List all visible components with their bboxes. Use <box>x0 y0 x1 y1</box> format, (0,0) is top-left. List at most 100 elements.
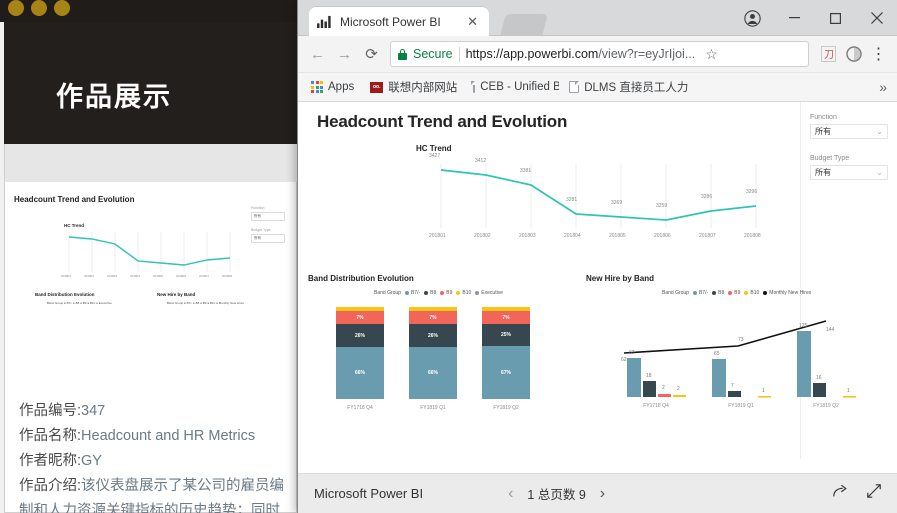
bookmark-ceb-label: CEB - Unified Benc <box>480 81 560 93</box>
filter-label-budget-type: Budget Type <box>810 155 850 162</box>
hc-axis-201806: 201806 <box>654 233 671 239</box>
meta-key-author: 作者昵称: <box>19 453 82 469</box>
legend-item-b10[interactable]: B10 <box>456 290 471 296</box>
lock-icon <box>398 48 407 60</box>
address-bar[interactable]: Secure https://app.powerbi.com/view?r=ey… <box>390 41 809 67</box>
bar-b10-q2 <box>843 396 856 398</box>
legend-item-b7[interactable]: B7/- <box>692 290 708 296</box>
segment-b9: 7% <box>482 311 530 324</box>
maximize-button[interactable] <box>815 2 856 34</box>
filter-label-function: Function <box>810 114 837 121</box>
legend-item-b7[interactable]: B7/- <box>404 290 421 296</box>
bookmark-apps[interactable]: Apps <box>305 79 360 95</box>
stacked-bar-fy1819q1[interactable]: 7% 26% 66% <box>409 307 457 399</box>
bar-b8-q1 <box>728 391 741 397</box>
legend-label-b10: B10 <box>750 290 760 296</box>
stacked-bar-fy1819q2[interactable]: 7% 25% 67% <box>482 307 530 399</box>
browser-titlebar: Microsoft Power BI ✕ <box>298 0 897 36</box>
url-scheme: https://app.powerbi.com <box>465 47 599 61</box>
nh-line-label-q2: 144 <box>826 327 835 333</box>
thumb-new-hire-title: New Hire by Band <box>157 292 196 297</box>
visual-band-distribution[interactable]: Band Distribution Evolution Band Group B… <box>308 274 578 434</box>
status-bar-actions <box>832 483 882 504</box>
security-label: Secure <box>413 47 453 61</box>
close-button[interactable] <box>856 2 897 34</box>
bookmark-apps-label: Apps <box>328 81 355 93</box>
chevron-down-icon: ⌄ <box>876 127 883 136</box>
legend-swatch-b9 <box>728 291 733 295</box>
nh-label-b8-q2: 16 <box>816 375 822 381</box>
report-thumbnail[interactable]: Headcount Trend and Evolution Function 所… <box>7 194 295 339</box>
account-icon[interactable] <box>730 2 774 34</box>
legend-swatch-executive <box>475 291 480 295</box>
extension-icon[interactable] <box>841 42 866 67</box>
bar-b7-q1 <box>712 359 726 397</box>
band-distribution-title: Band Distribution Evolution <box>308 274 414 283</box>
fullscreen-icon[interactable] <box>866 483 882 504</box>
legend-label-b9: B9 <box>734 290 741 296</box>
band-cat-fy1718q4: FY1718 Q4 <box>347 405 373 411</box>
forward-button[interactable]: → <box>331 41 358 68</box>
tab-close-icon[interactable]: ✕ <box>464 14 481 30</box>
tab-title: Microsoft Power BI <box>340 14 441 29</box>
legend-swatch-b9 <box>440 291 445 295</box>
bookmarks-overflow-icon[interactable]: » <box>879 79 890 95</box>
chrome-menu-icon[interactable]: ⋮ <box>866 42 891 67</box>
browser-toolbar: ← → ⟳ Secure https://app.powerbi.com/vie… <box>298 36 897 73</box>
legend-item-b8[interactable]: B8 <box>424 290 436 296</box>
minimize-button[interactable] <box>774 2 815 34</box>
legend-item-b10[interactable]: B10 <box>744 290 759 296</box>
bookmark-dlms[interactable]: DLMS 直接员工人力 <box>563 77 694 97</box>
legend-label-b7: B7/- <box>410 290 421 296</box>
previous-page-icon[interactable]: ‹ <box>508 485 513 503</box>
work-metadata: 作品编号:347 作品名称:Headcount and HR Metrics 作… <box>19 399 299 513</box>
filter-select-budget-type[interactable]: 所有 ⌄ <box>810 165 888 180</box>
pdf-extension-icon[interactable]: 刀 <box>816 42 841 67</box>
visual-new-hire-by-band[interactable]: New Hire by Band Band Group B7/- B8 B9 B… <box>586 274 876 434</box>
monthly-new-hires-line <box>623 320 827 354</box>
reload-button[interactable]: ⟳ <box>358 41 385 68</box>
bookmark-lenovo-intranet[interactable]: oo. 联想内部网站 <box>364 77 463 97</box>
share-icon[interactable] <box>832 483 848 504</box>
legend-swatch-b10 <box>456 291 461 295</box>
screen: Sparkline Line Chart 作品展示 Headcount Tren… <box>0 0 897 513</box>
stacked-bar-fy1718q4[interactable]: 7% 26% 66% <box>336 307 384 399</box>
dot-1 <box>8 0 24 16</box>
dot-2 <box>31 0 47 16</box>
window-dots <box>8 0 70 16</box>
legend-label-b8: B8 <box>718 290 725 296</box>
meta-desc-line2: 制和人力资源关键指标的历史趋势；同时 <box>19 503 280 513</box>
browser-tab-powerbi[interactable]: Microsoft Power BI ✕ <box>309 7 489 36</box>
legend-item-executive[interactable]: Executive <box>475 290 503 296</box>
hc-label-201806: 3259 <box>656 203 668 209</box>
next-page-icon[interactable]: › <box>600 485 605 503</box>
bar-b9-q4 <box>658 394 671 397</box>
back-button[interactable]: ← <box>304 41 331 68</box>
new-tab-button[interactable] <box>500 14 548 36</box>
meta-row-author: 作者昵称:GY <box>19 449 299 474</box>
svg-text:刀: 刀 <box>824 50 834 61</box>
bookmark-ceb[interactable]: CEB - Unified Benc <box>467 79 559 95</box>
nh-line-label-q1: 73 <box>738 337 744 343</box>
legend-item-monthly-new-hires[interactable]: Monthly New Hires <box>763 290 811 296</box>
bookmark-star-icon[interactable]: ☆ <box>701 46 718 63</box>
document-icon <box>569 81 580 93</box>
visual-hc-trend[interactable]: HC Trend 3427 3412 3381 3281 3269 3259 3… <box>416 144 786 244</box>
nh-cat-fy1819q1: FY1819 Q1 <box>728 403 754 409</box>
segment-b9-value: 7% <box>356 314 364 321</box>
hero-title: 作品展示 <box>56 82 172 112</box>
hc-axis-201805: 201805 <box>609 233 626 239</box>
bookmark-lenovo-label: 联想内部网站 <box>388 82 458 94</box>
legend-swatch-b8 <box>712 291 717 295</box>
segment-b8: 25% <box>482 324 530 346</box>
legend-label-b9: B9 <box>446 290 453 296</box>
filter-select-function[interactable]: 所有 ⌄ <box>810 124 888 139</box>
legend-item-b9[interactable]: B9 <box>728 290 740 296</box>
legend-item-b9[interactable]: B9 <box>440 290 452 296</box>
bookmark-dlms-label: DLMS 直接员工人力 <box>584 82 689 94</box>
nh-label-b10-q2: 1 <box>847 388 850 394</box>
powerbi-report-canvas: Headcount Trend and Evolution Function 所… <box>298 102 897 459</box>
background-hero-banner: 作品展示 <box>4 22 297 144</box>
legend-item-b8[interactable]: B8 <box>712 290 724 296</box>
nh-line-label-q4: 62 <box>621 357 627 363</box>
